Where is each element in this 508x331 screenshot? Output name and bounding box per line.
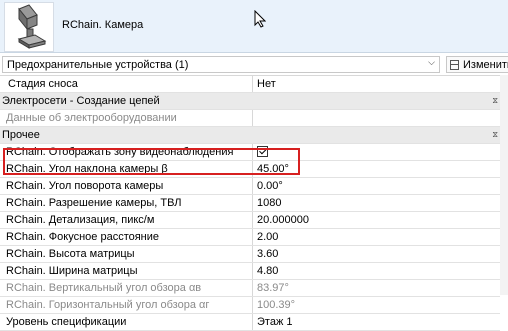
property-name: Уровень спецификации bbox=[0, 314, 253, 330]
collapse-icon[interactable]: ⧖ bbox=[492, 96, 498, 106]
property-row[interactable]: RChain. Разрешение камеры, ТВЛ 1080 bbox=[0, 195, 500, 212]
edit-type-icon bbox=[450, 60, 459, 70]
collapse-icon[interactable]: ⧖ bbox=[492, 130, 498, 140]
property-value[interactable]: 1080 bbox=[254, 195, 500, 211]
property-value[interactable]: 3.60 bbox=[254, 246, 500, 262]
property-name: RChain. Детализация, пикс/м bbox=[0, 212, 253, 228]
edit-type-label: Изменить т bbox=[463, 59, 508, 71]
grid-scrollbar[interactable] bbox=[500, 75, 508, 295]
property-row[interactable]: RChain. Горизонтальный угол обзора αг 10… bbox=[0, 297, 500, 314]
group-header-electrical[interactable]: Электросети - Создание цепей ⧖ bbox=[0, 93, 500, 110]
property-row[interactable]: RChain. Детализация, пикс/м 20.000000 bbox=[0, 212, 500, 229]
category-filter-dropdown[interactable]: Предохранительные устройства (1) ⌵ bbox=[2, 56, 440, 73]
group-label: Прочее bbox=[2, 129, 40, 141]
property-name: RChain. Вертикальный угол обзора αв bbox=[0, 280, 253, 296]
camera-family-thumbnail-icon bbox=[4, 2, 54, 52]
property-row[interactable]: RChain. Отображать зону видеонаблюдения bbox=[0, 144, 500, 161]
edit-type-button[interactable]: Изменить т bbox=[446, 56, 508, 73]
property-row[interactable]: Уровень спецификации Этаж 1 bbox=[0, 314, 500, 331]
property-name: RChain. Горизонтальный угол обзора αг bbox=[0, 297, 253, 313]
property-name: RChain. Угол наклона камеры β bbox=[0, 161, 253, 177]
property-name: Стадия сноса bbox=[0, 76, 253, 92]
property-row[interactable]: Стадия сноса Нет bbox=[0, 76, 500, 93]
category-filter-value: Предохранительные устройства (1) bbox=[7, 59, 189, 71]
property-row[interactable]: RChain. Высота матрицы 3.60 bbox=[0, 246, 500, 263]
property-row[interactable]: RChain. Фокусное расстояние 2.00 bbox=[0, 229, 500, 246]
group-label: Электросети - Создание цепей bbox=[2, 95, 160, 107]
property-value bbox=[254, 144, 500, 160]
property-value: 100.39° bbox=[257, 299, 296, 311]
property-value[interactable]: Нет bbox=[254, 76, 500, 92]
chevron-down-icon[interactable]: ⌵ bbox=[428, 57, 435, 68]
property-name: RChain. Угол поворота камеры bbox=[0, 178, 253, 194]
property-value[interactable]: Этаж 1 bbox=[254, 314, 500, 330]
property-row[interactable]: RChain. Угол поворота камеры 0.00° bbox=[0, 178, 500, 195]
property-value[interactable]: 2.00 bbox=[254, 229, 500, 245]
property-name: RChain. Высота матрицы bbox=[0, 246, 253, 262]
type-selector-row: Предохранительные устройства (1) ⌵ Измен… bbox=[0, 55, 508, 75]
property-name: RChain. Отображать зону видеонаблюдения bbox=[0, 144, 253, 160]
property-row[interactable]: RChain. Вертикальный угол обзора αв 83.9… bbox=[0, 280, 500, 297]
properties-grid: Стадия сноса Нет Электросети - Создание … bbox=[0, 75, 500, 331]
property-value bbox=[254, 110, 500, 126]
property-row[interactable]: RChain. Угол наклона камеры β 45.00° bbox=[0, 161, 500, 178]
property-value[interactable]: 45.00° bbox=[254, 161, 500, 177]
show-surveillance-zone-checkbox[interactable] bbox=[257, 146, 268, 157]
property-value[interactable]: 4.80 bbox=[254, 263, 500, 279]
property-name: RChain. Ширина матрицы bbox=[0, 263, 253, 279]
property-name: Данные об электрооборудовании bbox=[0, 110, 253, 126]
property-name: RChain. Фокусное расстояние bbox=[0, 229, 253, 245]
family-header: RChain. Камера bbox=[0, 0, 508, 53]
mouse-cursor-icon bbox=[254, 9, 267, 31]
group-header-other[interactable]: Прочее ⧖ bbox=[0, 127, 500, 144]
property-row[interactable]: RChain. Ширина матрицы 4.80 bbox=[0, 263, 500, 280]
property-name: RChain. Разрешение камеры, ТВЛ bbox=[0, 195, 253, 211]
family-title: RChain. Камера bbox=[62, 19, 144, 31]
property-row[interactable]: Данные об электрооборудовании bbox=[0, 110, 500, 127]
property-value: 83.97° bbox=[257, 282, 289, 294]
property-value[interactable]: 20.000000 bbox=[254, 212, 500, 228]
property-value[interactable]: 0.00° bbox=[254, 178, 500, 194]
